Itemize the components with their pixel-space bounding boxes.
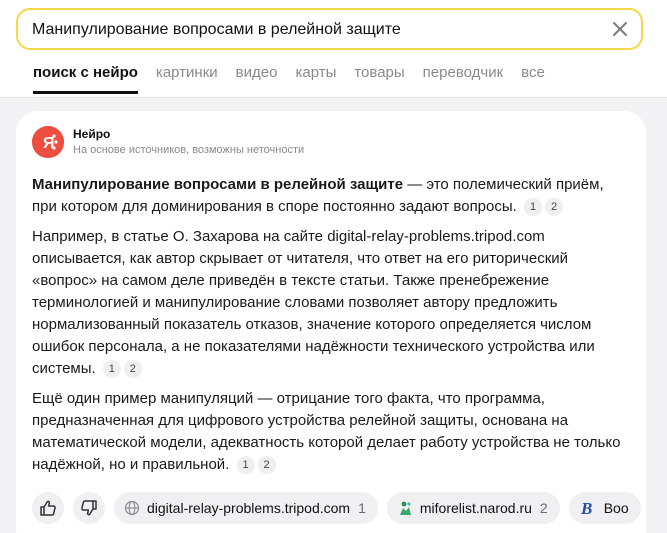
tab-all[interactable]: все <box>521 64 545 94</box>
source-label: digital-relay-problems.tripod.com <box>147 500 351 516</box>
tab-neuro-search[interactable]: поиск с нейро <box>33 64 138 94</box>
answer-example-text: Ещё один пример манипуляций — отрицание … <box>32 390 621 473</box>
search-box[interactable] <box>16 8 643 50</box>
source-label: miforelist.narod.ru <box>419 500 532 516</box>
citation-badge[interactable]: 2 <box>257 456 276 474</box>
neuro-answer-card: Я Нейро На основе источников, возможны н… <box>16 111 646 533</box>
citation-badge[interactable]: 1 <box>102 360 121 378</box>
answer-footer: digital-relay-problems.tripod.com 1 mifo… <box>32 491 652 525</box>
source-chip-2[interactable]: miforelist.narod.ru 2 <box>386 492 560 524</box>
tab-video[interactable]: видео <box>236 64 278 94</box>
answer-example-text: Например, в статье О. Захарова на сайте … <box>32 228 595 377</box>
citation-badge[interactable]: 1 <box>524 198 542 216</box>
answer-term: Манипулирование вопросами в релейной защ… <box>32 176 404 193</box>
globe-icon <box>124 500 140 516</box>
thumbs-down-icon[interactable] <box>73 492 105 524</box>
search-input[interactable] <box>32 19 592 41</box>
svg-text:B: B <box>580 499 592 517</box>
neuro-logo-icon: Я <box>32 126 64 158</box>
source-chip-1[interactable]: digital-relay-problems.tripod.com 1 <box>114 492 378 524</box>
neuro-subtitle: На основе источников, возможны неточност… <box>73 144 305 156</box>
b-letter-icon: B <box>579 499 597 517</box>
tab-products[interactable]: товары <box>354 64 404 94</box>
source-chip-3[interactable]: B Boo <box>568 492 641 524</box>
answer-paragraph-1: Манипулирование вопросами в релейной защ… <box>32 174 632 218</box>
source-number: 2 <box>539 500 548 516</box>
top-bar: поиск с нейро картинки видео карты товар… <box>0 0 667 98</box>
source-label: Boo <box>603 500 629 516</box>
neuro-title: Нейро <box>73 127 111 141</box>
answer-paragraph-2: Например, в статье О. Захарова на сайте … <box>32 226 632 380</box>
neuro-logo-letter: Я <box>43 135 55 152</box>
source-number: 1 <box>358 500 366 516</box>
citation-badge[interactable]: 2 <box>123 360 142 378</box>
thumbs-up-icon[interactable] <box>32 492 64 524</box>
close-icon[interactable] <box>609 18 631 40</box>
answer-paragraph-3: Ещё один пример манипуляций — отрицание … <box>32 388 632 476</box>
narod-icon <box>397 500 413 516</box>
citation-badge[interactable]: 2 <box>545 198 563 216</box>
tab-maps[interactable]: карты <box>295 64 336 94</box>
tab-translator[interactable]: переводчик <box>423 64 503 94</box>
tab-images[interactable]: картинки <box>156 64 218 94</box>
search-tabs: поиск с нейро картинки видео карты товар… <box>33 64 563 94</box>
citation-badge[interactable]: 1 <box>236 456 255 474</box>
answer-text: Манипулирование вопросами в релейной защ… <box>32 174 632 484</box>
